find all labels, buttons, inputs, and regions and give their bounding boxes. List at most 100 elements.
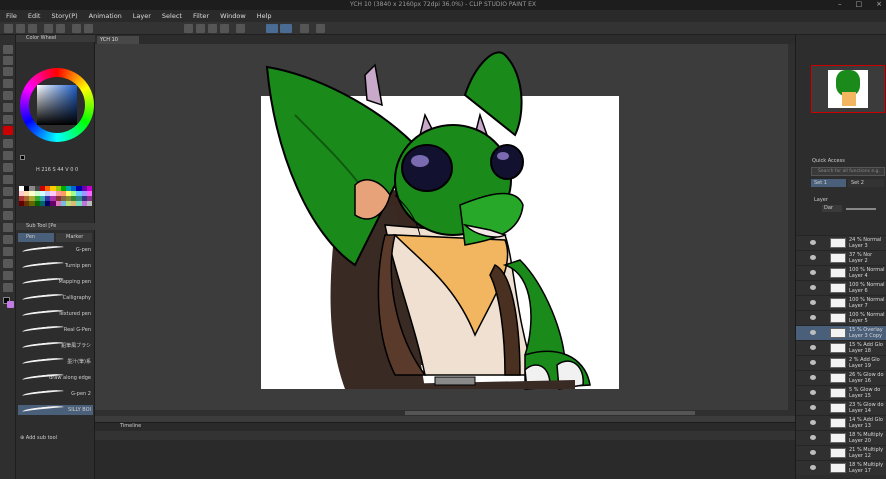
- menu-layer[interactable]: Layer: [133, 12, 151, 20]
- layer-row[interactable]: 15 % Overlay Layer 3 Copy: [796, 325, 886, 340]
- brush-item[interactable]: Turnip pen: [18, 260, 93, 271]
- grid-icon[interactable]: [300, 24, 309, 33]
- lasso-tool-icon[interactable]: [3, 91, 13, 100]
- brush-item[interactable]: G-pen 2: [18, 388, 93, 399]
- open-icon[interactable]: [16, 24, 25, 33]
- color-wheel[interactable]: [20, 68, 94, 142]
- eye-icon[interactable]: [810, 360, 816, 365]
- menu-file[interactable]: File: [6, 12, 17, 20]
- eye-icon[interactable]: [810, 465, 816, 470]
- text-tool-icon[interactable]: [3, 259, 13, 268]
- eye-icon[interactable]: [810, 330, 816, 335]
- snap-special-ruler-icon[interactable]: [280, 24, 292, 33]
- brush-item[interactable]: 鉛筆風ブラシ: [18, 340, 93, 351]
- layer-row[interactable]: 100 % Normal Layer 7: [796, 295, 886, 310]
- eye-icon[interactable]: [810, 255, 816, 260]
- opacity-slider[interactable]: [846, 208, 876, 210]
- snap-ruler-icon[interactable]: [266, 24, 278, 33]
- clear-icon[interactable]: [72, 24, 81, 33]
- brush-item[interactable]: Real G-Pen: [18, 324, 93, 335]
- transform-icon[interactable]: [184, 24, 193, 33]
- close-button[interactable]: ×: [876, 0, 882, 10]
- rotate-tool-icon[interactable]: [3, 67, 13, 76]
- fill-tool-icon[interactable]: [3, 199, 13, 208]
- menu-edit[interactable]: Edit: [28, 12, 41, 20]
- eye-icon[interactable]: [810, 450, 816, 455]
- color-set-swatches[interactable]: [19, 186, 92, 216]
- eye-icon[interactable]: [810, 435, 816, 440]
- document-tab[interactable]: YCH 10: [97, 36, 139, 44]
- airbrush-tool-icon[interactable]: [3, 163, 13, 172]
- ruler-icon[interactable]: [316, 24, 325, 33]
- menu-help[interactable]: Help: [257, 12, 272, 20]
- set-2-button[interactable]: Set 2: [848, 179, 884, 187]
- layer-row[interactable]: 24 % Normal Layer 3: [796, 235, 886, 250]
- tab-marker[interactable]: Marker: [56, 233, 92, 242]
- eye-icon[interactable]: [810, 270, 816, 275]
- horizontal-scrollbar[interactable]: [95, 410, 795, 416]
- search-input[interactable]: Search for all functions e.g.: [811, 167, 885, 176]
- line-correction-tool-icon[interactable]: [3, 283, 13, 292]
- brush-item[interactable]: draw along edge: [18, 372, 93, 383]
- layer-row[interactable]: 2 % Add Glo Layer 19: [796, 355, 886, 370]
- brush-item[interactable]: SILLY BOI: [18, 404, 93, 415]
- zoom-tool-icon[interactable]: [3, 45, 13, 54]
- figure-tool-icon[interactable]: [3, 223, 13, 232]
- layer-row[interactable]: 37 % Nor Layer 2: [796, 250, 886, 265]
- layer-row[interactable]: 23 % Glow do Layer 14: [796, 400, 886, 415]
- eraser-tool-icon[interactable]: [3, 175, 13, 184]
- menu-select[interactable]: Select: [162, 12, 182, 20]
- saturation-value-square[interactable]: [37, 85, 77, 125]
- layer-row[interactable]: 18 % Multiply Layer 20: [796, 430, 886, 445]
- eye-icon[interactable]: [810, 315, 816, 320]
- ruler-tool-icon[interactable]: [3, 247, 13, 256]
- layer-row[interactable]: 26 % Glow do Layer 16: [796, 370, 886, 385]
- brush-item[interactable]: Textured pen: [18, 308, 93, 319]
- eye-icon[interactable]: [810, 390, 816, 395]
- color-swatch[interactable]: [86, 201, 92, 206]
- layer-row[interactable]: 100 % Normal Layer 6: [796, 280, 886, 295]
- frame-tool-icon[interactable]: [3, 235, 13, 244]
- tab-pen[interactable]: Pen: [18, 233, 54, 242]
- layer-row[interactable]: 5 % Glow do Layer 15: [796, 385, 886, 400]
- crop-icon[interactable]: [220, 24, 229, 33]
- eye-icon[interactable]: [810, 345, 816, 350]
- eye-icon[interactable]: [810, 375, 816, 380]
- hand-tool-icon[interactable]: [3, 56, 13, 65]
- menu-window[interactable]: Window: [220, 12, 246, 20]
- brush-item[interactable]: 墨汁(筆)系: [18, 356, 93, 367]
- gradient-tool-icon[interactable]: [3, 211, 13, 220]
- save-icon[interactable]: [28, 24, 37, 33]
- blend-mode-select[interactable]: Dar: [822, 205, 842, 212]
- sub-color-swatch[interactable]: [7, 301, 14, 308]
- fill-icon[interactable]: [84, 24, 93, 33]
- menu-story[interactable]: Story(P): [51, 12, 77, 20]
- brush-item[interactable]: Calligraphy: [18, 292, 93, 303]
- pencil-tool-icon[interactable]: [3, 139, 13, 148]
- eye-icon[interactable]: [810, 405, 816, 410]
- minimize-button[interactable]: –: [838, 0, 842, 10]
- layer-row[interactable]: 15 % Add Glo Layer 18: [796, 340, 886, 355]
- show-icon[interactable]: [236, 24, 245, 33]
- move-tool-icon[interactable]: [3, 79, 13, 88]
- layer-row[interactable]: 100 % Normal Layer 4: [796, 265, 886, 280]
- canvas-paper[interactable]: [261, 96, 619, 389]
- invert-icon[interactable]: [208, 24, 217, 33]
- maximize-button[interactable]: □: [856, 0, 863, 10]
- balloon-tool-icon[interactable]: [3, 271, 13, 280]
- pen-tool-icon[interactable]: [3, 126, 13, 135]
- redo-icon[interactable]: [56, 24, 65, 33]
- navigator-thumbnail[interactable]: [811, 65, 885, 113]
- layer-row[interactable]: 18 % Multiply Layer 17: [796, 460, 886, 475]
- vertical-scrollbar[interactable]: [788, 44, 795, 410]
- layer-row[interactable]: 21 % Multiply Layer 12: [796, 445, 886, 460]
- brush-tool-icon[interactable]: [3, 151, 13, 160]
- menu-animation[interactable]: Animation: [89, 12, 122, 20]
- canvas-area[interactable]: YCH 10: [95, 35, 795, 422]
- deselect-icon[interactable]: [196, 24, 205, 33]
- brush-item[interactable]: G-pen: [18, 244, 93, 255]
- brush-item[interactable]: Mapping pen: [18, 276, 93, 287]
- eyedropper-tool-icon[interactable]: [3, 115, 13, 124]
- eye-icon[interactable]: [810, 300, 816, 305]
- layer-row[interactable]: 100 % Normal Layer 5: [796, 310, 886, 325]
